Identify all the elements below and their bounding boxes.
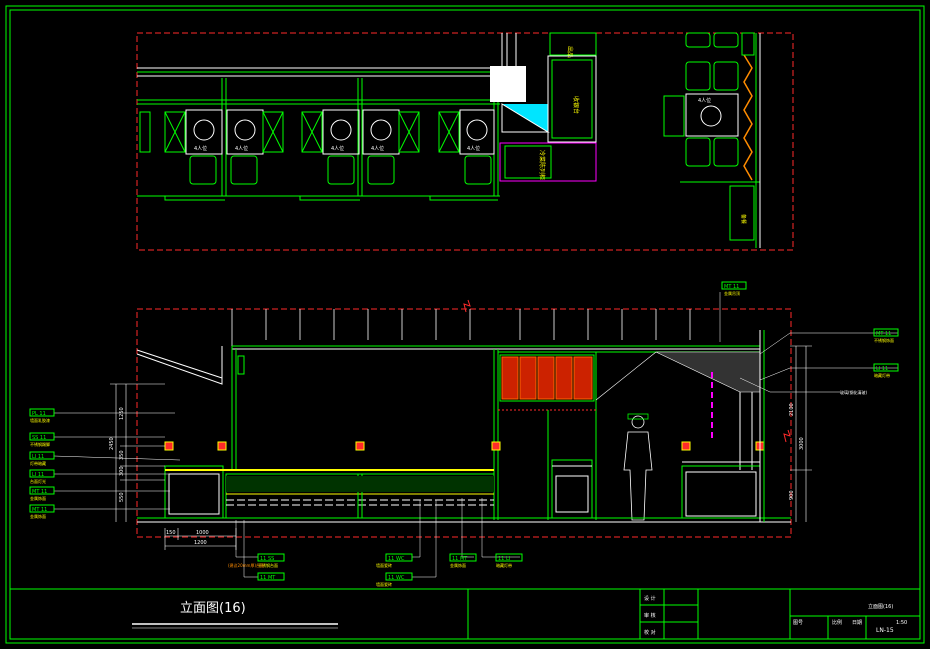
svg-text:金属饰面: 金属饰面: [30, 513, 46, 519]
svg-text:11 MT: 11 MT: [260, 575, 276, 581]
material-note-right: 玻璃(钢化清玻): [840, 389, 868, 395]
svg-text:金属吊顶: 金属吊顶: [724, 290, 740, 296]
svg-text:台面灯光: 台面灯光: [30, 478, 46, 484]
elevation-slat-panel: [499, 354, 595, 402]
material-tag: 11 MT: [257, 572, 285, 581]
dim-left-part: 550: [119, 492, 125, 502]
elevation-counter-right: [681, 461, 761, 519]
dim-right-total: 3000: [799, 437, 805, 450]
svg-text:11 WC: 11 WC: [388, 575, 405, 581]
svg-text:LI 11: LI 11: [32, 454, 44, 460]
cad-drawing-canvas: 4人位 4人位 4人位 4人位 4人位 出品 收银台 冷菜陈列柜 4人位 备餐 …: [5, 5, 925, 644]
svg-text:暗藏灯带: 暗藏灯带: [496, 562, 512, 568]
svg-text:墙面乳胶漆: 墙面乳胶漆: [30, 417, 50, 423]
material-tag: 11 WC 墙面瓷砖: [376, 572, 413, 587]
elevation-view: 2450 1250 350 300 550 150 1000 1200 3000…: [29, 281, 899, 587]
material-tag: PL 11 墙面乳胶漆: [29, 408, 55, 423]
title-bottom-cell: 比例: [832, 619, 842, 626]
dim-bottom-part: 1200: [194, 540, 207, 546]
svg-text:MT 11: MT 11: [724, 284, 739, 290]
plan-room-label: 备餐: [740, 214, 747, 224]
plan-table-label: 4人位: [371, 145, 384, 152]
drawing-name: 立面图(16): [868, 603, 893, 610]
dim-bottom-part: 150: [166, 530, 176, 536]
svg-text:LI 11: LI 11: [876, 366, 888, 372]
material-tag: LI 11 灯带暗藏: [29, 451, 55, 466]
dim-left-part: 350: [119, 450, 125, 460]
svg-text:LI 11: LI 11: [32, 472, 44, 478]
plan-view: 4人位 4人位 4人位 4人位 4人位 出品 收银台 冷菜陈列柜 4人位 备餐: [136, 32, 794, 251]
svg-text:金属饰面: 金属饰面: [30, 495, 46, 501]
elevation-lamp-markers: [164, 441, 765, 451]
svg-text:PL 11: PL 11: [32, 411, 46, 417]
svg-text:不锈钢饰面: 不锈钢饰面: [874, 337, 894, 343]
drawing-title: 立面图(16): [180, 601, 246, 616]
svg-text:SS 11: SS 11: [32, 435, 46, 441]
svg-text:不锈钢踢脚: 不锈钢踢脚: [30, 441, 50, 447]
material-tag: MT 11 不锈钢饰面: [873, 328, 899, 343]
svg-text:MT 11: MT 11: [876, 331, 891, 337]
plan-partition: [743, 54, 753, 181]
sheet-number: LN-15: [876, 627, 894, 634]
dim-right-part: 900: [789, 490, 795, 500]
plan-table-label: 4人位: [194, 145, 207, 152]
plan-table-label: 4人位: [467, 145, 480, 152]
svg-text:金属饰面: 金属饰面: [450, 562, 466, 568]
title-row-label: 设 计: [644, 595, 656, 602]
elevation-counter-fill: [226, 476, 494, 492]
dim-left-total: 2450: [109, 437, 115, 450]
material-note-bottom-left: (建议20mm厚)台面: [228, 562, 264, 568]
svg-text:灯带暗藏: 灯带暗藏: [30, 460, 46, 466]
svg-text:11 WC: 11 WC: [388, 556, 405, 562]
sheet-border-outer: [5, 5, 925, 644]
tag-stack-right: MT 11 不锈钢饰面 LI 11 暗藏灯带 玻璃(钢化清玻): [840, 328, 899, 395]
plan-room: [729, 185, 755, 241]
material-tag: LI 11 暗藏灯带: [873, 363, 899, 378]
svg-text:MT 11: MT 11: [32, 489, 47, 495]
material-tag: 11 LI 暗藏灯带: [495, 553, 523, 568]
dim-left-part: 300: [119, 466, 125, 476]
svg-text:墙面瓷砖: 墙面瓷砖: [376, 562, 392, 568]
material-tag-top: MT 11 金属吊顶: [721, 281, 747, 296]
elevation-glass-hatch: [655, 351, 761, 393]
elevation-human-figure: [623, 413, 653, 521]
title-row-label: 审 核: [644, 612, 656, 619]
title-bottom-cell: 图号: [793, 620, 803, 626]
svg-text:墙面瓷砖: 墙面瓷砖: [376, 581, 392, 587]
plan-table-label: 4人位: [331, 145, 344, 152]
plan-right-table-label: 4人位: [698, 97, 711, 104]
tag-stack-bottom: 11 SS 不锈钢台面 (建议20mm厚)台面 11 MT 11 WC 墙面瓷砖…: [228, 553, 523, 587]
svg-text:11 SS: 11 SS: [260, 556, 274, 562]
plan-extent-dashed: [136, 32, 794, 251]
plan-service-label: 冷菜陈列柜: [538, 150, 546, 180]
dim-right-part: 2100: [789, 403, 795, 416]
material-tag: LI 11 台面灯光: [29, 469, 55, 484]
elevation-extent-dashed: [136, 308, 792, 538]
plan-table-label: 4人位: [235, 145, 248, 152]
dim-bottom-part: 1000: [196, 530, 209, 536]
scale-value: 1:50: [896, 620, 907, 626]
material-tag: 11 WC 墙面瓷砖: [376, 553, 413, 568]
material-tag: 11 MT 金属饰面: [449, 553, 477, 568]
title-block: 设 计 审 核 校 对 立面图(16) 图号 比例 日期 1:50 LN-15 …: [10, 588, 920, 639]
title-row-label: 校 对: [644, 629, 656, 636]
plan-table-group-2: [301, 109, 420, 185]
title-bottom-cell: 日期: [852, 620, 862, 626]
plan-cashier-counter: [547, 55, 597, 143]
material-tag: MT 11 金属饰面: [29, 504, 55, 519]
plan-white-block: [490, 66, 526, 102]
tag-stack-left: PL 11 墙面乳胶漆 SS 11 不锈钢踢脚 LI 11 灯带暗藏 LI 11…: [29, 408, 55, 519]
plan-service-magenta: [499, 142, 597, 182]
svg-text:暗藏灯带: 暗藏灯带: [874, 372, 890, 378]
plan-counter-label: 收银台: [572, 96, 580, 114]
material-tag: SS 11 不锈钢踢脚: [29, 432, 55, 447]
svg-text:MT 11: MT 11: [32, 507, 47, 513]
material-tag: MT 11 金属饰面: [29, 486, 55, 501]
svg-text:11 MT: 11 MT: [452, 556, 468, 562]
elevation-oven: [551, 459, 593, 519]
plan-table-group-1: [139, 109, 284, 185]
dim-left-part: 1250: [119, 407, 125, 420]
svg-text:11 LI: 11 LI: [498, 556, 510, 562]
